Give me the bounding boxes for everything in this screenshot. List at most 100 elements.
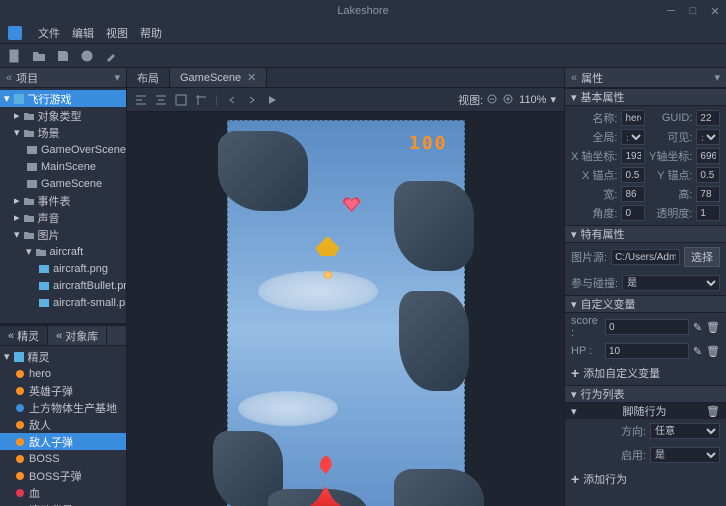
guid-input[interactable] xyxy=(696,110,720,126)
menu-help[interactable]: 帮助 xyxy=(140,25,162,41)
delete-icon[interactable]: 🗑 xyxy=(706,405,720,418)
tab-sprites[interactable]: «精灵 xyxy=(0,326,48,345)
tab-gamescene[interactable]: GameScene✕ xyxy=(170,68,267,87)
maximize-button[interactable]: □ xyxy=(682,0,704,22)
dir-select[interactable]: 任意 xyxy=(650,423,720,439)
close-tab-icon[interactable]: ✕ xyxy=(247,71,256,84)
menu-view[interactable]: 视图 xyxy=(106,25,128,41)
section-basic[interactable]: ▾基本属性 xyxy=(565,88,726,106)
zoom-dropdown-icon[interactable]: ▾ xyxy=(550,93,556,106)
properties-tab-label[interactable]: 属性 xyxy=(581,70,603,86)
edit-icon[interactable]: ✎ xyxy=(693,321,702,334)
visible-select[interactable]: 是 xyxy=(696,129,720,145)
redo-icon[interactable] xyxy=(246,94,258,106)
cloud-sprite xyxy=(258,271,378,311)
delete-icon[interactable]: 🗑 xyxy=(706,321,720,334)
rock-sprite xyxy=(218,131,308,211)
open-icon[interactable] xyxy=(32,49,46,63)
tree-scenes[interactable]: ▾场景 xyxy=(0,124,126,141)
zoom-in-icon[interactable] xyxy=(503,94,515,106)
tree-sounds[interactable]: ▸声音 xyxy=(0,209,126,226)
section-unique[interactable]: ▾特有属性 xyxy=(565,225,726,243)
delete-icon[interactable]: 🗑 xyxy=(706,345,720,358)
tab-layout[interactable]: 布局 xyxy=(127,68,170,87)
tree-img-item[interactable]: aircraft.png xyxy=(0,260,126,277)
close-button[interactable]: ✕ xyxy=(704,0,726,22)
sprite-item[interactable]: 血 xyxy=(0,484,126,501)
var-input[interactable] xyxy=(605,319,689,335)
sprite-item[interactable]: 敌人子弹 xyxy=(0,433,126,450)
left-panel: « 项目 ▾ ▾飞行游戏 ▸对象类型 ▾场景 GameOverScene Mai… xyxy=(0,68,127,506)
alpha-input[interactable] xyxy=(696,205,720,221)
zoom-out-icon[interactable] xyxy=(487,94,499,106)
grid-icon[interactable] xyxy=(175,94,187,106)
tree-scene-item[interactable]: MainScene xyxy=(0,158,126,175)
align-left-icon[interactable] xyxy=(135,94,147,106)
xpos-input[interactable] xyxy=(621,148,645,164)
new-icon[interactable] xyxy=(8,49,22,63)
global-select[interactable]: 是 xyxy=(621,129,645,145)
tab-object-lib[interactable]: «对象库 xyxy=(48,326,107,345)
use-label: 启用: xyxy=(571,447,646,463)
sprite-item[interactable]: 敌人 xyxy=(0,416,126,433)
angle-input[interactable] xyxy=(621,205,645,221)
view-label: 视图: xyxy=(458,92,483,108)
zoom-value[interactable]: 110% xyxy=(519,94,546,106)
add-behavior-button[interactable]: +添加行为 xyxy=(565,467,726,491)
settings-icon[interactable] xyxy=(80,49,94,63)
brush-icon[interactable] xyxy=(104,49,118,63)
tree-root[interactable]: ▾飞行游戏 xyxy=(0,90,126,107)
browse-button[interactable]: 选择 xyxy=(684,247,720,267)
imgsrc-input[interactable] xyxy=(611,249,680,265)
menu-edit[interactable]: 编辑 xyxy=(72,25,94,41)
enemy-ship-sprite xyxy=(316,236,340,256)
width-input[interactable] xyxy=(621,186,645,202)
panel-menu-icon[interactable]: ▾ xyxy=(114,71,120,84)
collapse-icon[interactable]: « xyxy=(6,72,12,84)
sprite-item[interactable]: BOSS子弹 xyxy=(0,467,126,484)
panel-menu-icon[interactable]: ▾ xyxy=(714,71,720,84)
canvas-area[interactable]: 100 xyxy=(127,112,564,506)
tree-img-folder[interactable]: ▾aircraft xyxy=(0,243,126,260)
sprites-root[interactable]: ▾精灵 xyxy=(0,348,126,365)
project-tab-label[interactable]: 项目 xyxy=(16,70,38,86)
tree-scene-item[interactable]: GameOverScene xyxy=(0,141,126,158)
sprite-item[interactable]: hero xyxy=(0,365,126,382)
collide-select[interactable]: 是 xyxy=(622,275,720,291)
yanchor-input[interactable] xyxy=(696,167,720,183)
edit-icon[interactable]: ✎ xyxy=(693,345,702,358)
image-icon xyxy=(38,263,50,275)
align-center-icon[interactable] xyxy=(155,94,167,106)
xanchor-input[interactable] xyxy=(621,167,645,183)
tree-events[interactable]: ▸事件表 xyxy=(0,192,126,209)
use-select[interactable]: 是 xyxy=(650,447,720,463)
section-behaviors[interactable]: ▾行为列表 xyxy=(565,385,726,403)
sprite-icon xyxy=(14,436,26,448)
sprite-item[interactable]: 上方物体生产基地 xyxy=(0,399,126,416)
yanchor-label: Y 锚点: xyxy=(649,167,692,183)
sprite-item[interactable]: BOSS xyxy=(0,450,126,467)
var-input[interactable] xyxy=(605,343,689,359)
collapse-icon[interactable]: « xyxy=(571,72,577,84)
minimize-button[interactable]: ─ xyxy=(660,0,682,22)
ypos-input[interactable] xyxy=(696,148,720,164)
name-input[interactable] xyxy=(621,110,645,126)
sprite-icon xyxy=(14,402,26,414)
crop-icon[interactable] xyxy=(195,94,207,106)
sprite-item[interactable]: 英雄子弹 xyxy=(0,382,126,399)
play-icon[interactable] xyxy=(266,94,278,106)
tree-object-types[interactable]: ▸对象类型 xyxy=(0,107,126,124)
tree-scene-item[interactable]: GameScene xyxy=(0,175,126,192)
undo-icon[interactable] xyxy=(226,94,238,106)
section-custom-vars[interactable]: ▾自定义变量 xyxy=(565,295,726,313)
sprite-item[interactable]: 滚动背景 xyxy=(0,501,126,506)
tree-img-item[interactable]: aircraftBullet.png xyxy=(0,277,126,294)
height-input[interactable] xyxy=(696,186,720,202)
add-var-button[interactable]: +添加自定义变量 xyxy=(565,361,726,385)
save-icon[interactable] xyxy=(56,49,70,63)
tree-images[interactable]: ▾图片 xyxy=(0,226,126,243)
tree-img-item[interactable]: aircraft-small.png xyxy=(0,294,126,311)
properties-panel: « 属性 ▾ ▾基本属性 名称: GUID: 全局:是 可见:是 X 轴坐标: … xyxy=(564,68,726,506)
game-canvas[interactable]: 100 xyxy=(227,120,465,506)
menu-file[interactable]: 文件 xyxy=(38,25,60,41)
